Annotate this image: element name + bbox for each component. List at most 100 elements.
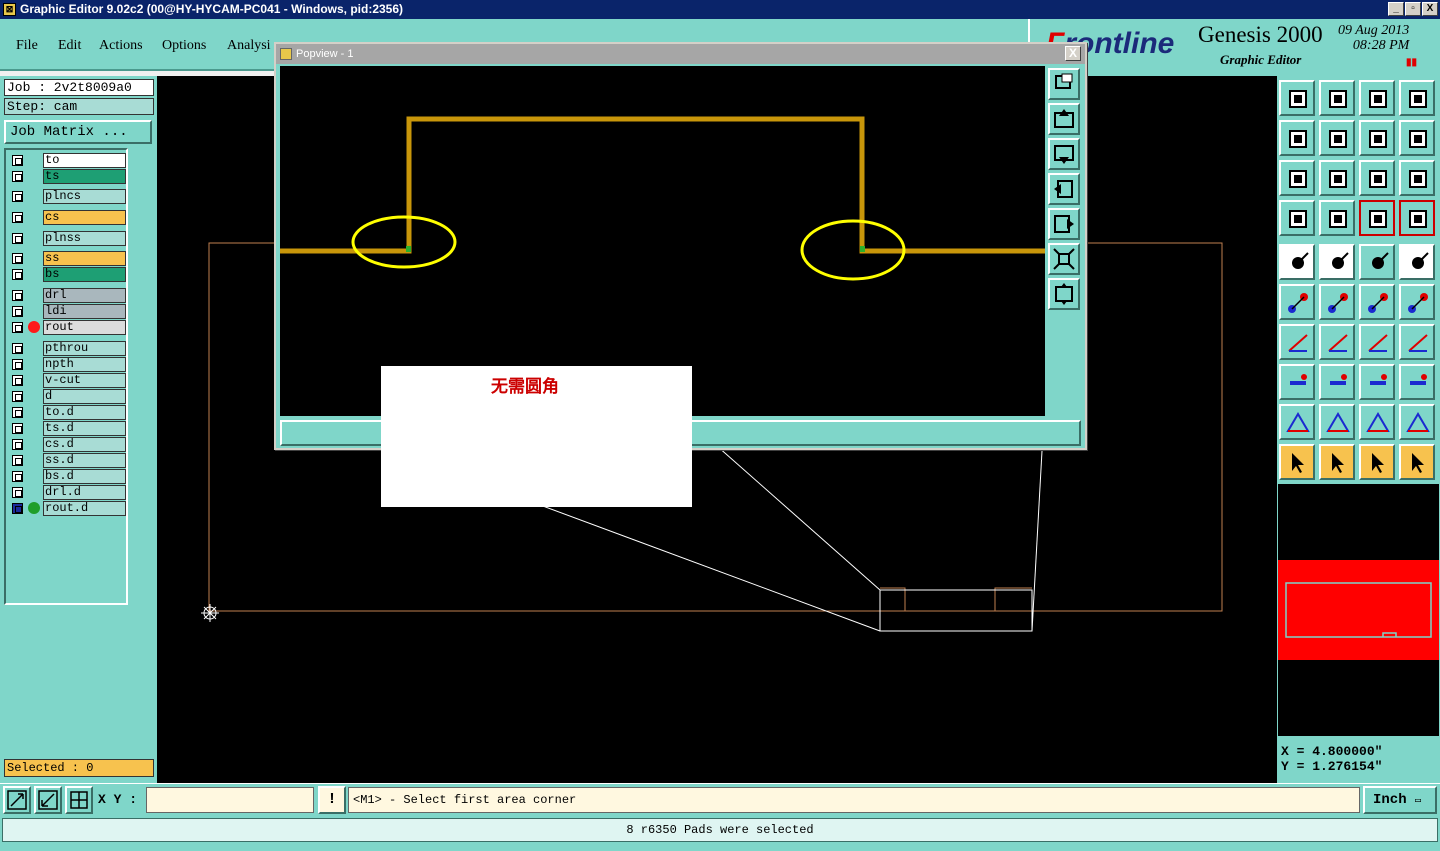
mirror-icon[interactable] <box>1399 324 1435 360</box>
redo-icon[interactable] <box>1399 120 1435 156</box>
grid-icon[interactable] <box>1319 200 1355 236</box>
layer-checkbox[interactable] <box>12 487 23 498</box>
layer-row-drl[interactable]: drl <box>8 288 126 303</box>
layer-checkbox[interactable] <box>12 439 23 450</box>
line-width-icon[interactable] <box>1319 364 1355 400</box>
layer-name[interactable]: plnss <box>43 231 126 246</box>
pause-icon[interactable]: ▮▮ <box>1406 57 1417 68</box>
layer-row-bs-d[interactable]: bs.d <box>8 469 126 484</box>
layer-checkbox[interactable] <box>12 290 23 301</box>
layer-name[interactable]: ss.d <box>43 453 126 468</box>
layer-row-ts[interactable]: ts <box>8 169 126 184</box>
layer-row-to-d[interactable]: to.d <box>8 405 126 420</box>
menu-analysis[interactable]: Analysi <box>227 38 271 54</box>
add-pad-icon[interactable] <box>1279 244 1315 280</box>
layer-row-plnss[interactable]: plnss <box>8 231 126 246</box>
layer-name[interactable]: rout <box>43 320 126 335</box>
layer-checkbox[interactable] <box>12 322 23 333</box>
measure-box-icon[interactable] <box>1359 364 1395 400</box>
layer-row-ts-d[interactable]: ts.d <box>8 421 126 436</box>
layer-checkbox[interactable] <box>12 155 23 166</box>
layer-name[interactable]: ts <box>43 169 126 184</box>
layer-name[interactable]: ldi <box>43 304 126 319</box>
layer-name[interactable]: bs <box>43 267 126 282</box>
layer-row-pthrou[interactable]: pthrou <box>8 341 126 356</box>
layer-name[interactable]: plncs <box>43 189 126 204</box>
line-slope-icon[interactable] <box>1319 324 1355 360</box>
layer-row-v-cut[interactable]: v-cut <box>8 373 126 388</box>
layer-row-cs[interactable]: cs <box>8 210 126 225</box>
layer-row-ldi[interactable]: ldi <box>8 304 126 319</box>
layer-name[interactable]: to.d <box>43 405 126 420</box>
popview-tool-zoom-fit[interactable] <box>1048 278 1080 310</box>
layer-checkbox[interactable] <box>12 471 23 482</box>
popview-tool-zoom-in[interactable] <box>1048 243 1080 275</box>
popview-canvas[interactable] <box>280 66 1045 416</box>
xy-input[interactable] <box>146 787 314 813</box>
units-selector[interactable]: Inch ▭ <box>1363 786 1437 814</box>
open-job-icon[interactable] <box>1279 80 1315 116</box>
layer-checkbox[interactable] <box>12 455 23 466</box>
grid-snap-icon[interactable] <box>65 786 93 814</box>
angle-icon[interactable] <box>1279 324 1315 360</box>
layer-name[interactable]: drl <box>43 288 126 303</box>
connect-nodes-icon[interactable] <box>1279 284 1315 320</box>
window-split-icon[interactable] <box>1399 80 1435 116</box>
layer-row-to[interactable]: to <box>8 153 126 168</box>
net-select-icon[interactable] <box>1399 200 1435 236</box>
layer-row-rout[interactable]: rout <box>8 320 126 335</box>
layer-row-bs[interactable]: bs <box>8 267 126 282</box>
layer-row-plncs[interactable]: plncs <box>8 189 126 204</box>
triangle-small-icon[interactable] <box>1279 404 1315 440</box>
layer-name[interactable]: bs.d <box>43 469 126 484</box>
route-icon[interactable] <box>1399 444 1435 480</box>
layer-checkbox[interactable] <box>12 253 23 264</box>
menu-file[interactable]: File <box>16 38 38 54</box>
popview-tool-pan-up[interactable] <box>1048 103 1080 135</box>
layer-name[interactable]: ss <box>43 251 126 266</box>
pad-black-icon[interactable] <box>1399 244 1435 280</box>
layer-row-npth[interactable]: npth <box>8 357 126 372</box>
layer-name[interactable]: ts.d <box>43 421 126 436</box>
layer-name[interactable]: v-cut <box>43 373 126 388</box>
menu-edit[interactable]: Edit <box>58 38 81 54</box>
move-point-icon[interactable] <box>1359 284 1395 320</box>
layer-checkbox[interactable] <box>12 359 23 370</box>
layer-row-ss[interactable]: ss <box>8 251 126 266</box>
measure-icon[interactable] <box>34 786 62 814</box>
popview-tool-zoom-window[interactable] <box>1048 68 1080 100</box>
close-button[interactable]: X <box>1422 2 1438 16</box>
popview-close-button[interactable]: X <box>1065 46 1081 61</box>
warning-button[interactable]: ! <box>318 786 346 814</box>
layer-checkbox[interactable] <box>12 375 23 386</box>
rotate-icon[interactable] <box>1359 324 1395 360</box>
popview-tool-pan-right[interactable] <box>1048 208 1080 240</box>
pointer-highlight-icon[interactable] <box>1359 444 1395 480</box>
menu-actions[interactable]: Actions <box>99 38 143 54</box>
layer-name[interactable]: to <box>43 153 126 168</box>
pointer-box-icon[interactable] <box>1319 444 1355 480</box>
snap-point-icon[interactable] <box>1279 364 1315 400</box>
minimize-button[interactable]: _ <box>1388 2 1404 16</box>
layer-checkbox[interactable] <box>12 503 23 514</box>
overview-map[interactable] <box>1278 484 1439 736</box>
save-job-icon[interactable] <box>1319 80 1355 116</box>
scale-1-1-icon[interactable] <box>1359 160 1395 196</box>
move-left-icon[interactable] <box>1279 120 1315 156</box>
layer-row-rout-d[interactable]: rout.d <box>8 501 126 516</box>
layer-row-ss-d[interactable]: ss.d <box>8 453 126 468</box>
layer-name[interactable]: rout.d <box>43 501 126 516</box>
menu-options[interactable]: Options <box>162 38 206 54</box>
group-icon[interactable] <box>1399 364 1435 400</box>
layer-checkbox[interactable] <box>12 407 23 418</box>
layer-checkbox[interactable] <box>12 191 23 202</box>
layer-row-cs-d[interactable]: cs.d <box>8 437 126 452</box>
pointer-icon[interactable] <box>1279 444 1315 480</box>
ruler-icon[interactable] <box>1359 244 1395 280</box>
move-right-icon[interactable] <box>1319 120 1355 156</box>
layer-name[interactable]: cs.d <box>43 437 126 452</box>
layer-checkbox[interactable] <box>12 343 23 354</box>
layer-name[interactable]: d <box>43 389 126 404</box>
help-icon[interactable] <box>1399 160 1435 196</box>
layer-checkbox[interactable] <box>12 233 23 244</box>
